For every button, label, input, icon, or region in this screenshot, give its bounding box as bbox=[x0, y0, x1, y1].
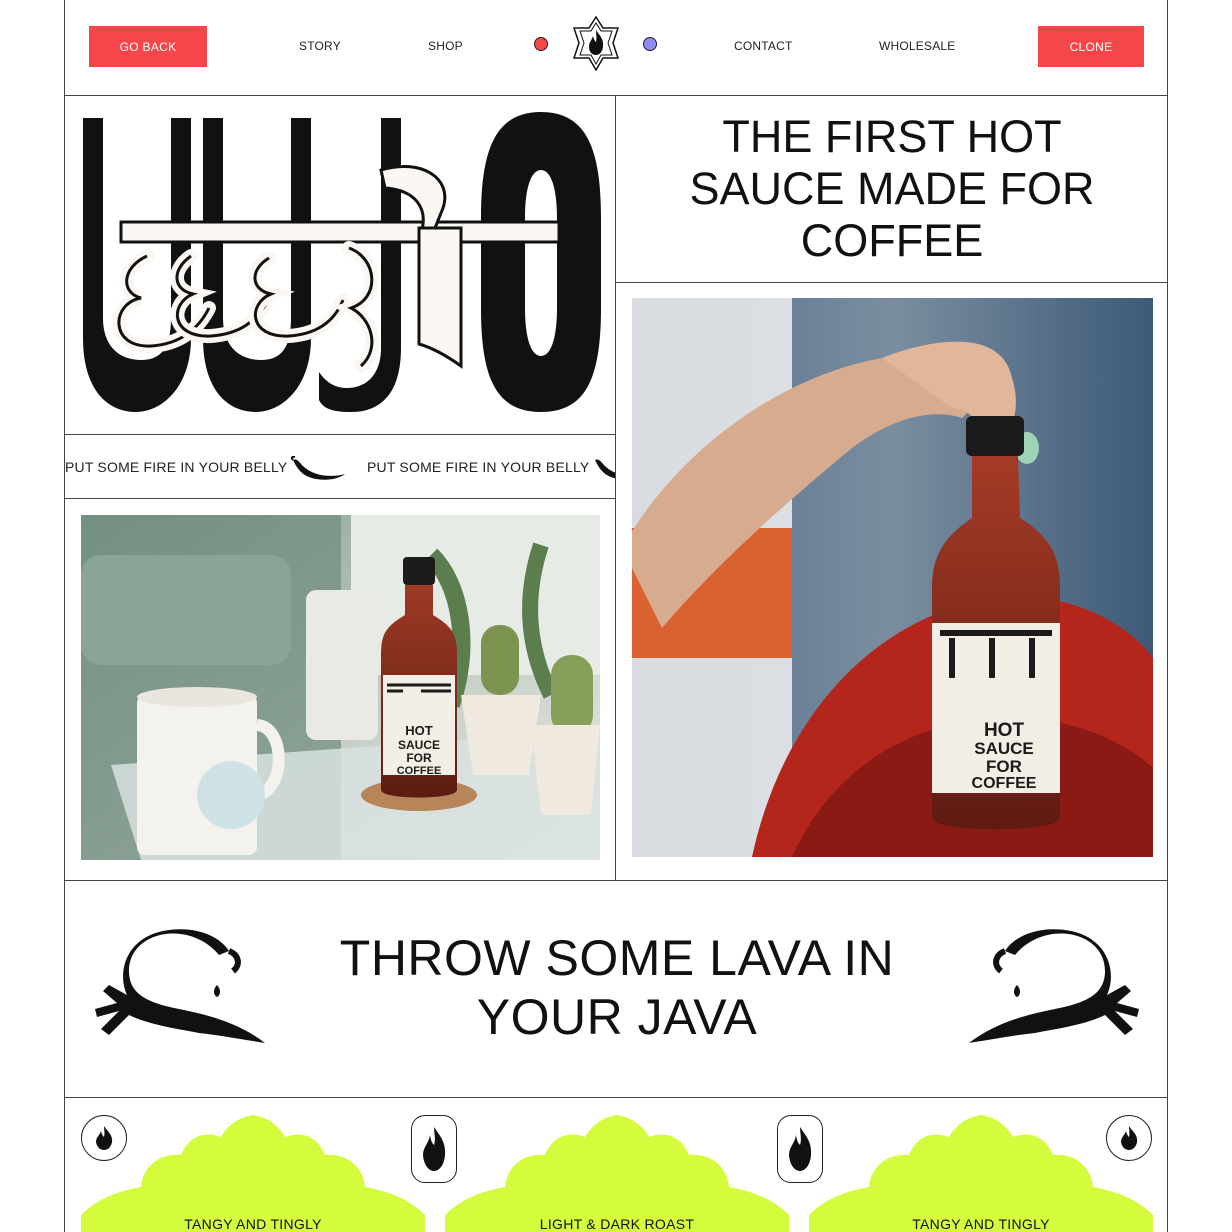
bottle-label-text: HOT bbox=[984, 720, 1025, 741]
product-label: LIGHT & DARK ROAST bbox=[539, 1216, 695, 1232]
chili-pepper-icon bbox=[595, 459, 615, 479]
product-photo-hand: HOT SAUCE FOR COFFEE bbox=[632, 298, 1153, 857]
scorpion-icon bbox=[95, 929, 265, 1043]
ticker-text: PUT SOME FIRE IN YOUR BELLY bbox=[367, 459, 590, 475]
product-label: TANGY AND TINGLY bbox=[184, 1216, 322, 1232]
bottle-label-text: HOT bbox=[405, 723, 433, 738]
flame-badge-icon bbox=[1106, 1115, 1152, 1161]
ujjo-wordmark-logo bbox=[83, 112, 601, 412]
page-frame: GO BACK STORY SHOP CONTACT WHOLESALE CLO… bbox=[64, 0, 1168, 1232]
product-photo-table: HOT SAUCE FOR COFFEE bbox=[81, 515, 600, 860]
product-card[interactable]: TANGY AND TINGLY bbox=[81, 1115, 425, 1232]
bottle-label-text: FOR bbox=[986, 757, 1022, 776]
nav-link-wholesale[interactable]: WHOLESALE bbox=[879, 39, 956, 53]
flame-star-icon[interactable] bbox=[572, 16, 620, 71]
bottle-label-text: COFFEE bbox=[972, 775, 1037, 792]
bottle-label-text: SAUCE bbox=[974, 739, 1034, 758]
nav-link-contact[interactable]: CONTACT bbox=[734, 39, 793, 53]
go-back-button[interactable]: GO BACK bbox=[89, 26, 207, 67]
clone-button[interactable]: CLONE bbox=[1038, 26, 1144, 67]
divider bbox=[65, 498, 615, 499]
marquee-ticker: PUT SOME FIRE IN YOUR BELLY PUT SOME FIR… bbox=[65, 436, 615, 498]
ticker-text: PUT SOME FIRE IN YOUR BELLY bbox=[65, 459, 288, 475]
red-dot bbox=[534, 37, 548, 51]
divider bbox=[615, 282, 1168, 283]
product-label: TANGY AND TINGLY bbox=[912, 1216, 1050, 1232]
product-card[interactable]: LIGHT & DARK ROAST bbox=[445, 1115, 789, 1232]
lava-banner: THROW SOME LAVA IN YOUR JAVA bbox=[65, 880, 1167, 1098]
lava-headline: THROW SOME LAVA IN YOUR JAVA bbox=[339, 930, 895, 1045]
violet-dot bbox=[643, 37, 657, 51]
bottle-label-text: COFFEE bbox=[397, 765, 442, 777]
hero-headline: THE FIRST HOT SAUCE MADE FOR COFFEE bbox=[689, 111, 1095, 266]
bottle-label-text: SAUCE bbox=[398, 738, 440, 752]
chili-pepper-icon bbox=[291, 456, 345, 480]
divider bbox=[65, 434, 615, 435]
top-navigation: GO BACK STORY SHOP CONTACT WHOLESALE CLO… bbox=[65, 0, 1167, 96]
nav-link-shop[interactable]: SHOP bbox=[428, 39, 463, 53]
bottle-label-text: FOR bbox=[406, 751, 432, 765]
product-row: TANGY AND TINGLY LIGHT & DARK ROAST TANG… bbox=[65, 1099, 1167, 1232]
scorpion-icon bbox=[969, 929, 1139, 1043]
nav-link-story[interactable]: STORY bbox=[299, 39, 341, 53]
product-card[interactable]: TANGY AND TINGLY bbox=[809, 1115, 1153, 1232]
